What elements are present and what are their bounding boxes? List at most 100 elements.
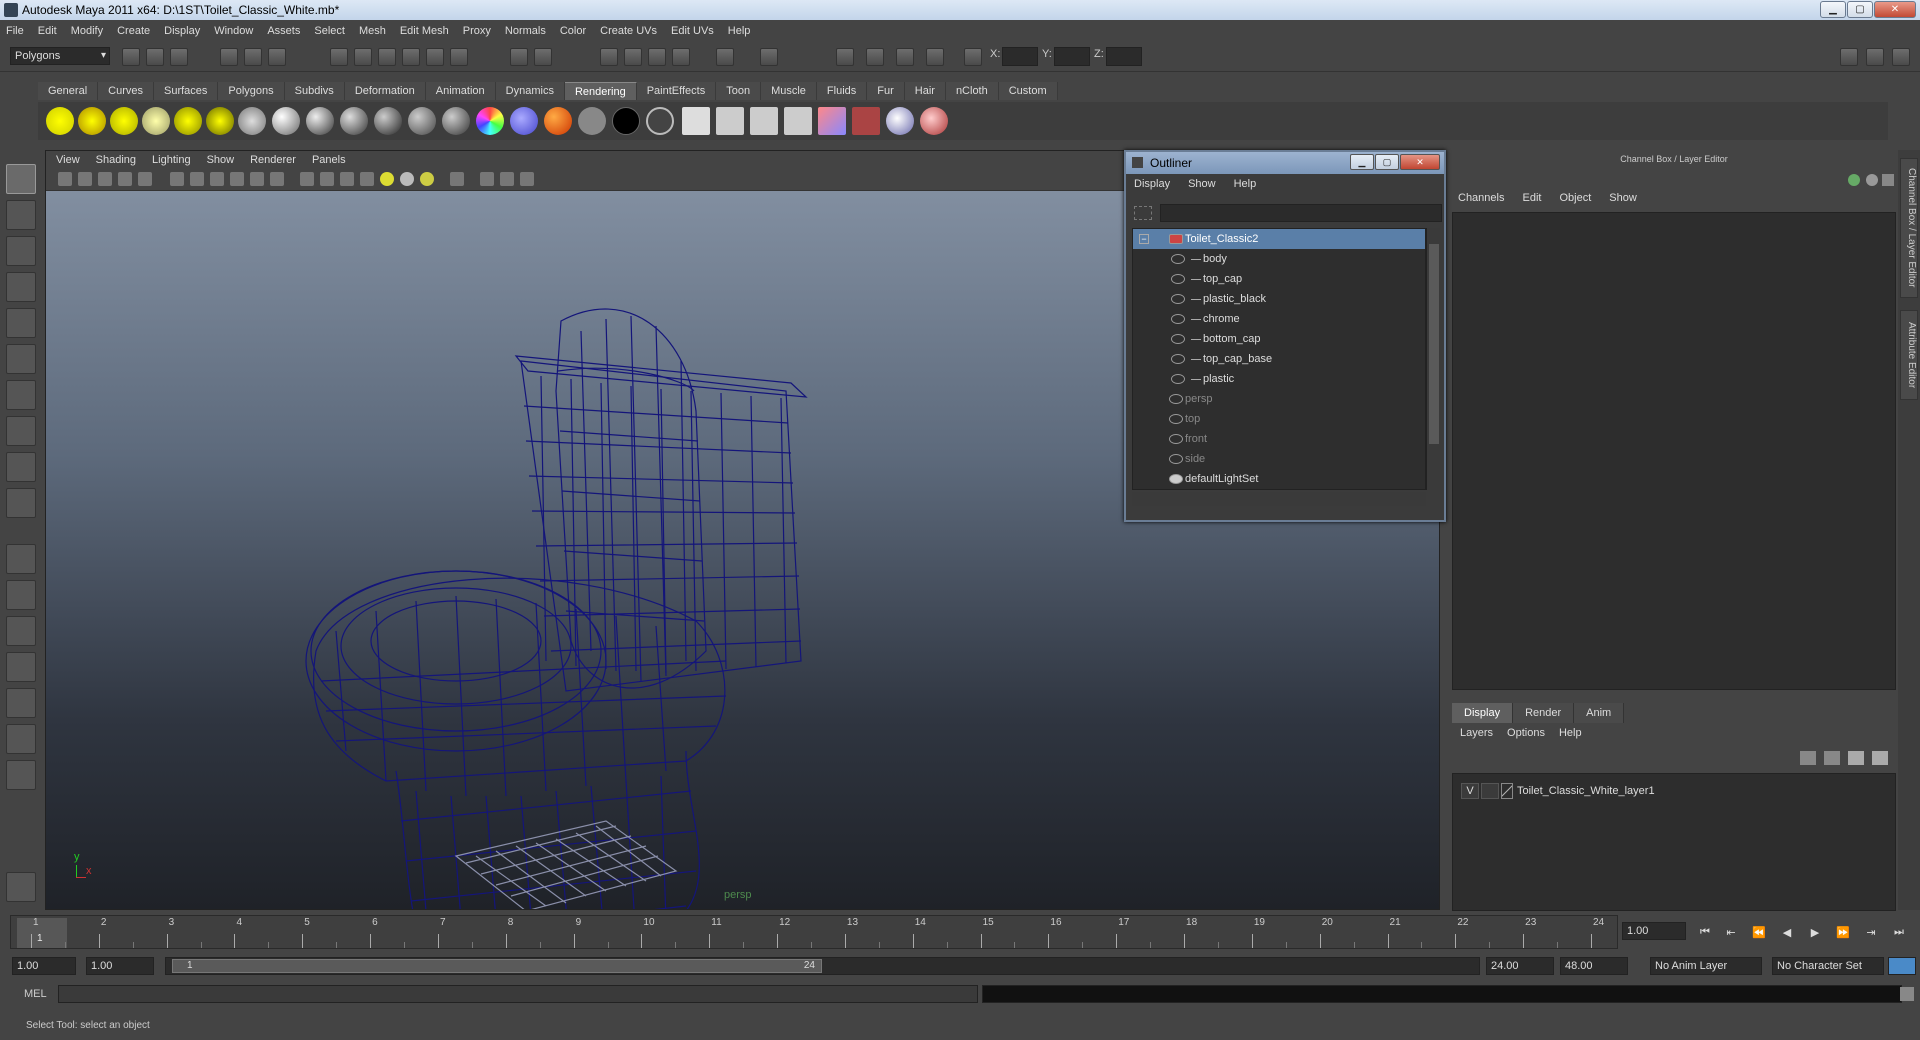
- z-field[interactable]: [1106, 47, 1142, 66]
- x-field[interactable]: [1002, 47, 1038, 66]
- history-toggle-icon[interactable]: [760, 48, 778, 66]
- blinn-shader-icon[interactable]: [306, 107, 334, 135]
- channel-box-area[interactable]: [1452, 212, 1896, 690]
- image-plane-icon[interactable]: [118, 172, 132, 186]
- step-forward-key-button[interactable]: ⇥: [1862, 926, 1880, 940]
- layer-menu-help[interactable]: Help: [1559, 727, 1582, 739]
- auto-key-icon[interactable]: [1888, 957, 1916, 975]
- snap-plane-icon[interactable]: [402, 48, 420, 66]
- outliner-item[interactable]: body: [1133, 249, 1425, 269]
- menu-normals[interactable]: Normals: [505, 25, 546, 37]
- lasso-tool-icon[interactable]: [6, 200, 36, 230]
- surface-shader-icon[interactable]: [510, 107, 538, 135]
- render-view-icon[interactable]: [836, 48, 854, 66]
- toggle-channel-box-icon[interactable]: [1840, 48, 1858, 66]
- coordinate-mode-icon[interactable]: [964, 48, 982, 66]
- outliner-filter-icon[interactable]: [1134, 206, 1152, 220]
- all-lights-icon[interactable]: [400, 172, 414, 186]
- isolate-select-icon[interactable]: [450, 172, 464, 186]
- show-manipulator-icon[interactable]: [6, 452, 36, 482]
- ambient-light-icon[interactable]: [46, 107, 74, 135]
- outliner-maximize-button[interactable]: ▢: [1375, 154, 1399, 170]
- outliner-item[interactable]: bottom_cap: [1133, 329, 1425, 349]
- soft-modification-icon[interactable]: [6, 416, 36, 446]
- point-light-icon[interactable]: [110, 107, 138, 135]
- y-field[interactable]: [1054, 47, 1090, 66]
- outliner-item[interactable]: top_cap_base: [1133, 349, 1425, 369]
- cb-menu-edit[interactable]: Edit: [1522, 192, 1541, 204]
- menu-help[interactable]: Help: [728, 25, 751, 37]
- bookmark-icon[interactable]: [98, 172, 112, 186]
- persp-outliner-layout-icon[interactable]: [6, 616, 36, 646]
- script-editor-icon[interactable]: [1900, 987, 1914, 1001]
- safe-title-icon[interactable]: [270, 172, 284, 186]
- snap-point-icon[interactable]: [378, 48, 396, 66]
- layer-color-swatch[interactable]: [1501, 783, 1513, 799]
- hair-tube-shader-icon[interactable]: [646, 107, 674, 135]
- scale-tool-icon[interactable]: [6, 344, 36, 374]
- spot-light-icon[interactable]: [142, 107, 170, 135]
- outliner-horizontal-scrollbar[interactable]: [1132, 492, 1426, 506]
- camera-attributes-icon[interactable]: [78, 172, 92, 186]
- ipr-render-icon[interactable]: [624, 48, 642, 66]
- step-forward-frame-button[interactable]: ⏩: [1834, 926, 1852, 940]
- play-forwards-button[interactable]: ▶: [1806, 926, 1824, 940]
- range-slider-thumb[interactable]: 1 24: [172, 959, 822, 973]
- channel-options-icon[interactable]: [1866, 174, 1878, 186]
- default-lighting-icon[interactable]: [380, 172, 394, 186]
- snap-surface-icon[interactable]: [426, 48, 444, 66]
- viewport-menu-show[interactable]: Show: [207, 154, 235, 166]
- construction-history-icon[interactable]: [450, 48, 468, 66]
- menu-color[interactable]: Color: [560, 25, 586, 37]
- maximize-button[interactable]: ▢: [1847, 1, 1873, 18]
- viewport-menu-renderer[interactable]: Renderer: [250, 154, 296, 166]
- shelf-tab-muscle[interactable]: Muscle: [761, 82, 817, 100]
- persp-graph-layout-icon[interactable]: [6, 652, 36, 682]
- shading-map-icon[interactable]: [578, 107, 606, 135]
- command-input[interactable]: [58, 985, 978, 1003]
- xray-joints-icon[interactable]: [500, 172, 514, 186]
- move-tool-icon[interactable]: [6, 272, 36, 302]
- anim-layer-selector[interactable]: No Anim Layer: [1650, 957, 1762, 975]
- go-to-start-button[interactable]: ⏮: [1696, 926, 1714, 940]
- ramp-shader-icon[interactable]: [476, 107, 504, 135]
- step-back-key-button[interactable]: ⇤: [1722, 926, 1740, 940]
- range-slider[interactable]: 1 24: [165, 957, 1480, 975]
- tab-display[interactable]: Display: [1452, 703, 1514, 723]
- outliner-item[interactable]: plastic: [1133, 369, 1425, 389]
- shelf-tab-general[interactable]: General: [38, 82, 99, 100]
- share-icon[interactable]: [520, 172, 534, 186]
- volume-light-icon[interactable]: [206, 107, 234, 135]
- select-tool-icon[interactable]: [6, 164, 36, 194]
- ipr-icon[interactable]: [716, 107, 744, 135]
- paint-shader-icon[interactable]: [920, 107, 948, 135]
- shelf-tab-surfaces[interactable]: Surfaces: [153, 82, 219, 100]
- shadows-icon[interactable]: [420, 172, 434, 186]
- shelf-tab-toon[interactable]: Toon: [716, 82, 762, 100]
- four-view-layout-icon[interactable]: [6, 580, 36, 610]
- command-language-label[interactable]: MEL: [24, 988, 47, 1000]
- universal-manipulator-icon[interactable]: [6, 380, 36, 410]
- save-scene-icon[interactable]: [170, 48, 188, 66]
- render-globals-icon[interactable]: [926, 48, 944, 66]
- outliner-item[interactable]: defaultLightSet: [1133, 469, 1425, 489]
- viewport-menu-panels[interactable]: Panels: [312, 154, 346, 166]
- hypershade-icon[interactable]: [672, 48, 690, 66]
- menu-proxy[interactable]: Proxy: [463, 25, 491, 37]
- playback-end-field[interactable]: 24.00: [1486, 957, 1554, 975]
- highlight-icon[interactable]: [534, 48, 552, 66]
- select-component-icon[interactable]: [268, 48, 286, 66]
- current-frame-marker[interactable]: 1: [17, 918, 67, 948]
- menu-set-selector[interactable]: Polygons: [10, 47, 110, 65]
- phonge-shader-icon[interactable]: [374, 107, 402, 135]
- hypershade-persp-layout-icon[interactable]: [6, 688, 36, 718]
- play-backwards-button[interactable]: ◀: [1778, 926, 1796, 940]
- render-settings-shelf-icon[interactable]: [750, 107, 778, 135]
- outliner-item[interactable]: top_cap: [1133, 269, 1425, 289]
- camera-icon[interactable]: [238, 107, 266, 135]
- viewport-menu-shading[interactable]: Shading: [96, 154, 136, 166]
- shelf-tab-subdivs[interactable]: Subdivs: [284, 82, 345, 100]
- lambert-shader-icon[interactable]: [272, 107, 300, 135]
- select-object-icon[interactable]: [244, 48, 262, 66]
- paint-select-tool-icon[interactable]: [6, 236, 36, 266]
